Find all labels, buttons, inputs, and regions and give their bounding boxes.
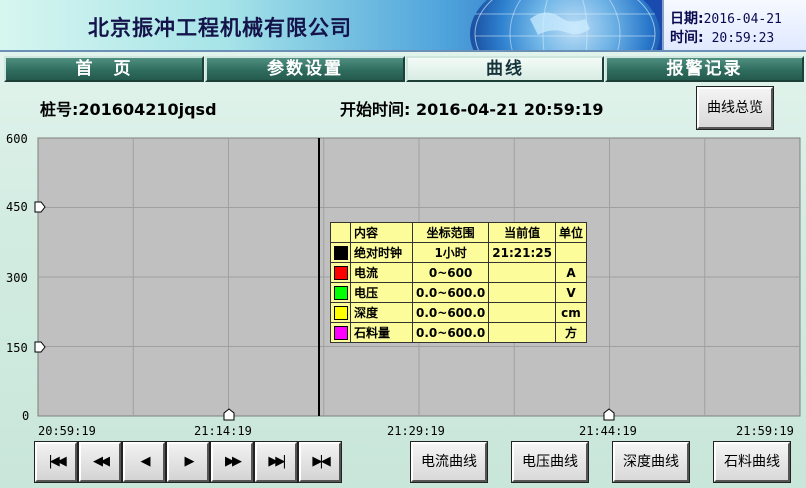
last-page-button[interactable]: ▶▶| — [254, 441, 298, 483]
legend-range: 0.0~600.0 — [411, 282, 490, 303]
header-banner: 北京振冲工程机械有限公司 日期:2016-04-21 时间: 20:59:23 — [0, 0, 806, 52]
first-page-button[interactable]: |◀◀ — [34, 441, 78, 483]
legend-unit — [554, 242, 588, 263]
legend-name: 石料量 — [350, 322, 413, 343]
x-tick-label: 21:14:19 — [194, 424, 252, 438]
company-name: 北京振冲工程机械有限公司 — [88, 15, 352, 40]
datetime-panel: 日期:2016-04-21 时间: 20:59:23 — [662, 0, 806, 50]
x-tick-label: 20:59:19 — [38, 424, 96, 438]
step-backward-button[interactable]: ◀ — [122, 441, 166, 483]
legend-name: 深度 — [350, 302, 413, 323]
color-swatch — [333, 285, 348, 300]
legend-unit: A — [554, 262, 588, 283]
legend-row-current: 电流 0~600 A — [330, 262, 588, 283]
legend-header-content: 内容 — [350, 222, 413, 243]
x-tick-label: 21:44:19 — [579, 424, 637, 438]
start-time-value: 2016-04-21 20:59:19 — [415, 100, 604, 119]
pile-number: 桩号:201604210jqsd — [40, 96, 217, 120]
date-label: 日期: — [670, 11, 704, 27]
tab-alarm-records[interactable]: 报警记录 — [605, 56, 804, 82]
y-tick-label: 0 — [22, 409, 30, 423]
legend-range: 1小时 — [411, 242, 490, 263]
main-nav: 首 页 参数设置 曲线 报警记录 — [0, 54, 806, 84]
legend-current — [488, 262, 556, 283]
legend-header-current: 当前值 — [488, 222, 556, 243]
time-value: 20:59:23 — [711, 31, 775, 46]
curve-legend-table: 内容 坐标范围 当前值 单位 绝对时钟 1小时 21:21:25 电流 0~60… — [330, 222, 588, 343]
legend-range: 0.0~600.0 — [411, 302, 490, 323]
legend-current: 21:21:25 — [488, 242, 556, 263]
legend-header-range: 坐标范围 — [411, 222, 490, 243]
pile-number-label: 桩号: — [40, 100, 79, 119]
legend-current — [488, 302, 556, 323]
legend-unit: cm — [554, 302, 588, 323]
y-tick-label: 150 — [6, 341, 28, 355]
pile-number-value: 201604210jqsd — [78, 100, 217, 119]
start-time: 开始时间: 2016-04-21 20:59:19 — [340, 96, 604, 120]
fast-backward-button[interactable]: ◀◀ — [78, 441, 122, 483]
legend-current — [488, 282, 556, 303]
x-tick-label: 21:59:19 — [736, 424, 794, 438]
tab-curves[interactable]: 曲线 — [406, 56, 604, 82]
legend-name: 电流 — [350, 262, 413, 283]
legend-range: 0.0~600.0 — [411, 322, 490, 343]
y-tick-label: 600 — [6, 132, 28, 146]
legend-range: 0~600 — [411, 262, 490, 283]
legend-current — [488, 322, 556, 343]
legend-row-depth: 深度 0.0~600.0 cm — [330, 302, 588, 323]
start-time-label: 开始时间: — [340, 100, 411, 119]
tab-parameters[interactable]: 参数设置 — [205, 56, 405, 82]
voltage-curve-button[interactable]: 电压曲线 — [511, 441, 589, 483]
legend-header-row: 内容 坐标范围 当前值 单位 — [330, 222, 588, 243]
legend-row-clock: 绝对时钟 1小时 21:21:25 — [330, 242, 588, 263]
legend-header-unit: 单位 — [554, 222, 588, 243]
legend-unit: 方 — [554, 322, 588, 343]
current-curve-button[interactable]: 电流曲线 — [410, 441, 488, 483]
x-tick-label: 21:29:19 — [387, 424, 445, 438]
time-display: 时间: 20:59:23 — [670, 27, 774, 47]
date-display: 日期:2016-04-21 — [670, 8, 782, 28]
color-swatch — [333, 245, 348, 260]
color-swatch — [333, 265, 348, 280]
date-value: 2016-04-21 — [703, 12, 782, 27]
depth-curve-button[interactable]: 深度曲线 — [612, 441, 690, 483]
fast-forward-button[interactable]: ▶▶ — [210, 441, 254, 483]
globe-grid-icon — [474, 0, 656, 50]
color-swatch — [333, 325, 348, 340]
time-label: 时间: — [670, 30, 704, 46]
color-swatch — [333, 305, 348, 320]
y-tick-label: 300 — [6, 271, 28, 285]
stone-curve-button[interactable]: 石料曲线 — [713, 441, 791, 483]
curve-overview-button[interactable]: 曲线总览 — [696, 86, 774, 130]
tab-home[interactable]: 首 页 — [4, 56, 204, 82]
legend-name: 电压 — [350, 282, 413, 303]
legend-row-voltage: 电压 0.0~600.0 V — [330, 282, 588, 303]
y-tick-label: 450 — [6, 200, 28, 214]
step-forward-button[interactable]: ▶ — [166, 441, 210, 483]
legend-name: 绝对时钟 — [350, 242, 413, 263]
legend-row-stone: 石料量 0.0~600.0 方 — [330, 322, 588, 343]
legend-unit: V — [554, 282, 588, 303]
latest-button[interactable]: ▶|◀ — [298, 441, 342, 483]
